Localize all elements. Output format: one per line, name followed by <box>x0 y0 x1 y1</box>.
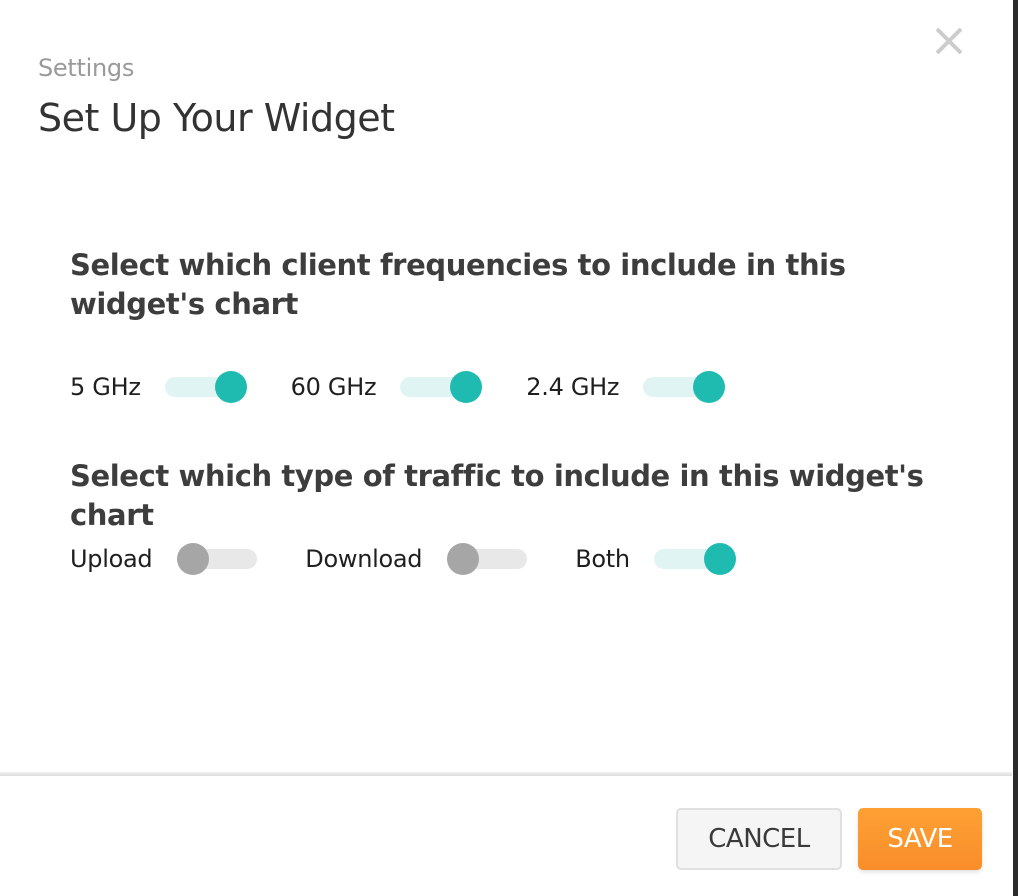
toggle-download[interactable] <box>447 543 529 575</box>
frequency-option-2-4ghz: 2.4 GHz <box>526 371 726 403</box>
toggle-knob <box>450 371 483 403</box>
toggle-upload[interactable] <box>177 543 259 575</box>
toggle-label: 5 GHz <box>70 373 141 401</box>
toggle-2-4ghz[interactable] <box>643 371 726 403</box>
toggle-label: 60 GHz <box>290 373 377 401</box>
toggle-both[interactable] <box>653 543 736 575</box>
traffic-toggle-group: Upload Download Both <box>70 539 736 579</box>
traffic-option-upload: Upload <box>70 543 259 575</box>
window-edge <box>1013 0 1018 896</box>
traffic-option-both: Both <box>575 543 736 575</box>
dialog-title: Set Up Your Widget <box>38 96 395 140</box>
toggle-knob <box>693 371 726 403</box>
toggle-label: 2.4 GHz <box>526 373 620 401</box>
frequencies-heading: Select which client frequencies to inclu… <box>70 248 846 321</box>
toggle-knob <box>214 371 247 403</box>
cancel-button[interactable]: CANCEL <box>676 808 842 870</box>
close-icon <box>935 27 963 55</box>
traffic-heading: Select which type of traffic to include … <box>70 459 924 532</box>
toggle-5ghz[interactable] <box>164 371 247 403</box>
toggle-60ghz[interactable] <box>400 371 483 403</box>
toggle-knob <box>447 543 480 575</box>
close-button[interactable] <box>930 24 968 58</box>
settings-dialog: Settings Set Up Your Widget Select which… <box>0 0 1012 896</box>
toggle-knob <box>177 543 210 575</box>
toggle-knob <box>703 543 736 575</box>
traffic-option-download: Download <box>305 543 529 575</box>
frequency-toggle-group: 5 GHz 60 GHz 2.4 GHz <box>70 367 726 407</box>
toggle-label: Download <box>305 545 423 573</box>
frequency-option-5ghz: 5 GHz <box>70 371 247 403</box>
toggle-label: Upload <box>70 545 153 573</box>
toggle-label: Both <box>575 545 630 573</box>
dialog-eyebrow: Settings <box>38 54 135 82</box>
frequency-option-60ghz: 60 GHz <box>291 371 483 403</box>
save-button[interactable]: SAVE <box>858 808 982 870</box>
